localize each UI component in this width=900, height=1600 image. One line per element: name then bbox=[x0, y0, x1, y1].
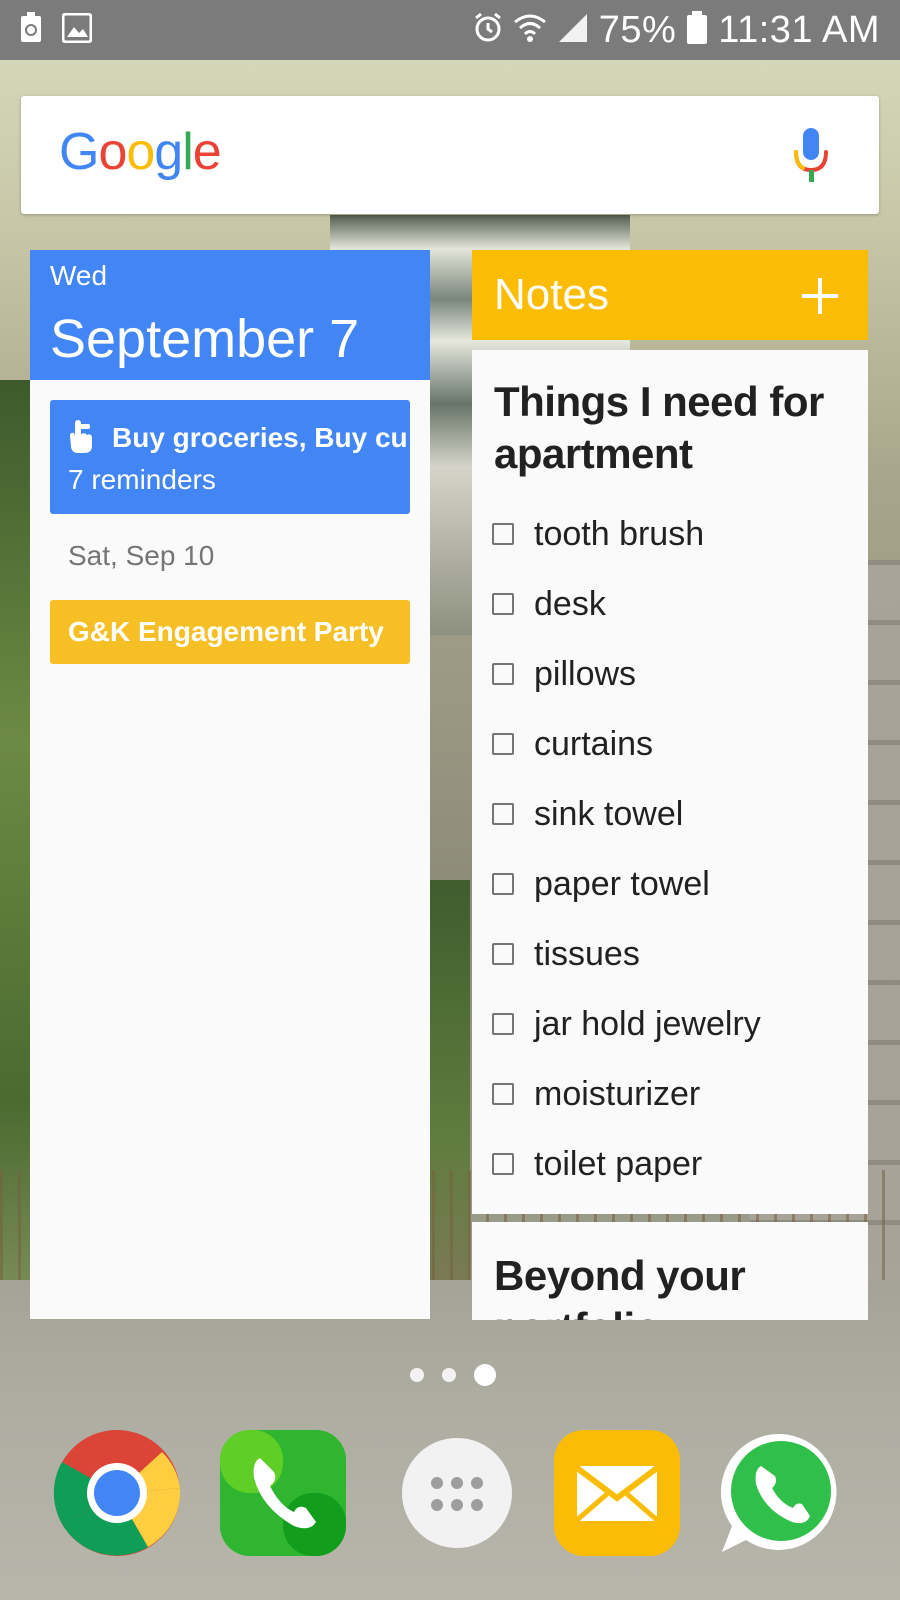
checklist-item-label: curtains bbox=[534, 724, 654, 763]
page-dot[interactable] bbox=[410, 1368, 424, 1382]
checklist-item[interactable]: toilet paper bbox=[492, 1132, 761, 1202]
checklist-item[interactable]: curtains bbox=[492, 712, 761, 782]
notes-title: Notes bbox=[494, 270, 609, 319]
checkbox[interactable] bbox=[492, 1083, 514, 1105]
note-title: Beyond your portfolio bbox=[494, 1252, 746, 1320]
notes-header[interactable]: Notes bbox=[472, 250, 868, 340]
checkbox[interactable] bbox=[492, 1013, 514, 1035]
reminder-title: Buy groceries, Buy cu bbox=[112, 422, 408, 453]
email-icon[interactable] bbox=[552, 1428, 682, 1558]
checklist-item[interactable]: paper towel bbox=[492, 852, 761, 922]
event-title: G&K Engagement Party bbox=[68, 616, 384, 647]
alarm-icon bbox=[473, 12, 503, 49]
checklist-item-label: desk bbox=[534, 584, 606, 623]
calendar-weekday: Wed bbox=[50, 260, 108, 291]
checklist-item-label: tissues bbox=[534, 934, 640, 973]
note-card[interactable]: Things I need for apartment tooth brush … bbox=[472, 350, 868, 1214]
checklist-item[interactable]: sink towel bbox=[492, 782, 761, 852]
checklist-item-label: toilet paper bbox=[534, 1144, 703, 1183]
calendar-date: September 7 bbox=[50, 309, 360, 369]
logo-letter: g bbox=[154, 123, 183, 181]
calendar-event[interactable]: G&K Engagement Party bbox=[50, 600, 410, 664]
note-card[interactable]: Beyond your portfolio bbox=[472, 1222, 868, 1320]
checklist-item-label: sink towel bbox=[534, 794, 684, 833]
checkbox[interactable] bbox=[492, 803, 514, 825]
reminders-event[interactable]: Buy groceries, Buy cu 7 reminders bbox=[50, 400, 410, 514]
mic-icon[interactable] bbox=[791, 126, 831, 186]
checklist-item[interactable]: tooth brush bbox=[492, 502, 761, 572]
reminder-hand-icon bbox=[66, 420, 96, 453]
calendar-widget[interactable]: Wed September 7 Buy groceries, Buy cu 7 … bbox=[30, 250, 430, 1319]
logo-letter: l bbox=[182, 123, 194, 181]
gallery-notification-icon bbox=[61, 12, 93, 48]
wifi-icon bbox=[513, 12, 547, 49]
checklist-item[interactable]: jar hold jewelry bbox=[492, 992, 761, 1062]
page-indicator bbox=[410, 1364, 496, 1386]
checkbox[interactable] bbox=[492, 873, 514, 895]
checklist-item-label: moisturizer bbox=[534, 1074, 701, 1113]
google-logo: Google bbox=[59, 122, 222, 182]
whatsapp-icon[interactable] bbox=[716, 1428, 846, 1558]
checklist-item[interactable]: tissues bbox=[492, 922, 761, 992]
checklist-item[interactable]: moisturizer bbox=[492, 1062, 761, 1132]
battery-percent: 75% bbox=[598, 8, 677, 51]
checkbox[interactable] bbox=[492, 1153, 514, 1175]
logo-letter: e bbox=[192, 123, 222, 181]
checklist: tooth brush desk pillows curtains sink t… bbox=[492, 502, 761, 1202]
page-dot[interactable] bbox=[442, 1368, 456, 1382]
calendar-day-label: Sat, Sep 10 bbox=[68, 540, 215, 571]
chrome-icon[interactable] bbox=[52, 1428, 182, 1558]
battery-icon bbox=[686, 10, 708, 50]
logo-letter: G bbox=[59, 123, 99, 181]
checklist-item[interactable]: pillows bbox=[492, 642, 761, 712]
logo-letter: o bbox=[98, 123, 127, 181]
logo-letter: o bbox=[126, 123, 155, 181]
google-search-bar[interactable]: Google bbox=[21, 96, 879, 214]
checklist-item-label: pillows bbox=[534, 654, 637, 693]
status-bar: 75% 11:31 AM bbox=[0, 0, 900, 60]
checklist-item-label: paper towel bbox=[534, 864, 710, 903]
checklist-item-label: jar hold jewelry bbox=[534, 1004, 761, 1043]
checkbox[interactable] bbox=[492, 943, 514, 965]
checkbox[interactable] bbox=[492, 733, 514, 755]
checklist-item[interactable]: desk bbox=[492, 572, 761, 642]
note-title: Things I need for apartment bbox=[494, 378, 824, 477]
signal-icon bbox=[557, 12, 589, 49]
reminder-count: 7 reminders bbox=[68, 464, 216, 495]
recycle-notification-icon bbox=[18, 11, 44, 49]
checklist-item-label: tooth brush bbox=[534, 514, 705, 553]
phone-icon[interactable] bbox=[218, 1428, 348, 1558]
page-dot-active[interactable] bbox=[474, 1364, 496, 1386]
clock: 11:31 AM bbox=[718, 8, 880, 51]
checkbox[interactable] bbox=[492, 663, 514, 685]
checkbox[interactable] bbox=[492, 593, 514, 615]
calendar-header[interactable]: Wed September 7 bbox=[30, 250, 430, 380]
apps-drawer-icon[interactable] bbox=[392, 1428, 522, 1558]
checkbox[interactable] bbox=[492, 523, 514, 545]
plus-icon[interactable] bbox=[802, 278, 838, 314]
